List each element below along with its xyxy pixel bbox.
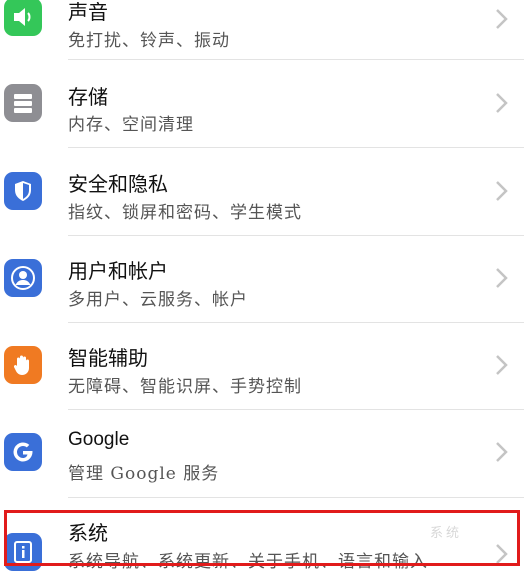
settings-item-storage[interactable]: 存储 内存、空间清理: [0, 60, 524, 148]
settings-item-title: 智能辅助: [68, 346, 148, 370]
settings-item-title: 系统: [68, 521, 108, 545]
settings-item-google[interactable]: Google 管理 Google 服务: [0, 409, 524, 498]
settings-item-sound[interactable]: 声音 免打扰、铃声、振动: [0, 0, 524, 60]
settings-item-title: 安全和隐私: [68, 172, 168, 196]
google-icon: [4, 433, 42, 471]
chevron-right-icon: [496, 442, 508, 462]
settings-item-subtitle: 多用户、云服务、帐户: [68, 290, 248, 310]
settings-item-title: 声音: [68, 0, 108, 24]
chevron-right-icon: [496, 544, 508, 564]
chevron-right-icon: [496, 268, 508, 288]
storage-icon: [4, 84, 42, 122]
settings-item-subtitle: 指纹、锁屏和密码、学生模式: [68, 203, 302, 223]
settings-item-subtitle: 系统导航、系统更新、关于手机、语言和输入: [68, 552, 428, 572]
speaker-icon: [4, 0, 42, 36]
hand-icon: [4, 346, 42, 384]
settings-item-title: Google: [68, 429, 130, 450]
chevron-right-icon: [496, 93, 508, 113]
settings-item-users[interactable]: 用户和帐户 多用户、云服务、帐户: [0, 235, 524, 323]
watermark: 系统: [430, 526, 463, 541]
chevron-right-icon: [496, 181, 508, 201]
chevron-right-icon: [496, 355, 508, 375]
settings-item-subtitle: 内存、空间清理: [68, 115, 194, 135]
user-icon: [4, 259, 42, 297]
system-info-icon: [4, 533, 42, 571]
settings-item-subtitle: 免打扰、铃声、振动: [68, 31, 230, 51]
settings-item-security[interactable]: 安全和隐私 指纹、锁屏和密码、学生模式: [0, 148, 524, 236]
settings-item-title: 存储: [68, 85, 108, 109]
settings-item-title: 用户和帐户: [68, 259, 168, 283]
settings-item-subtitle: 无障碍、智能识屏、手势控制: [68, 377, 302, 397]
shield-icon: [4, 172, 42, 210]
settings-item-smart-assist[interactable]: 智能辅助 无障碍、智能识屏、手势控制: [0, 322, 524, 410]
settings-item-subtitle: 管理 Google 服务: [68, 464, 220, 484]
chevron-right-icon: [496, 9, 508, 29]
